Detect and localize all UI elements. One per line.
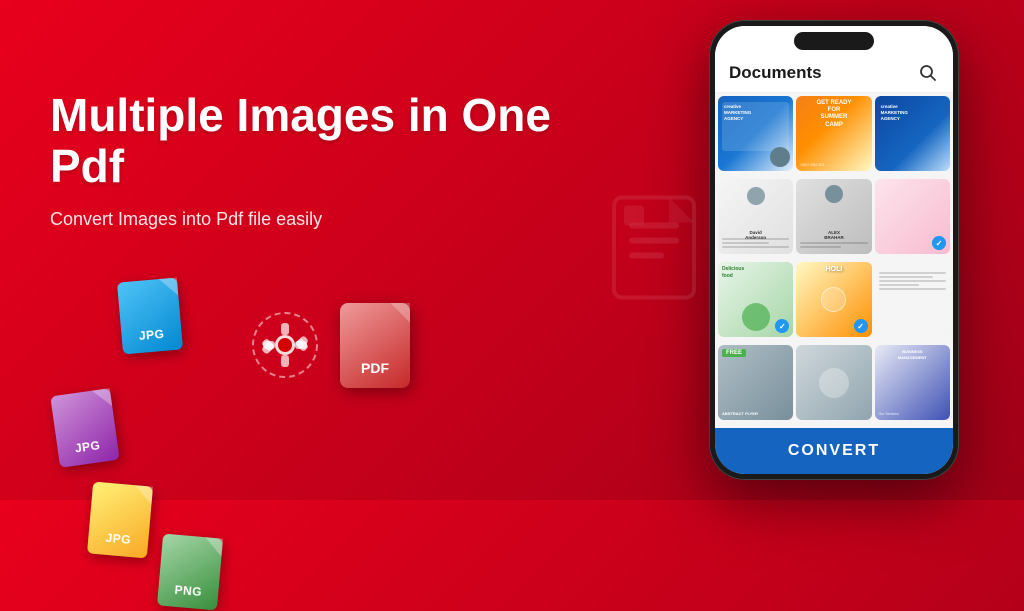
image-grid: creativeMARKETINGAGENCY GET READY FORSUM… [715, 93, 953, 428]
grid-item[interactable]: DavidAnderson [718, 179, 793, 254]
grid-item[interactable]: FREE ABSTRACT FLYER [718, 345, 793, 420]
grid-item[interactable]: creativeMARKETINGAGENCY [875, 96, 950, 171]
phone-notch [794, 32, 874, 50]
grid-item[interactable] [796, 345, 871, 420]
grid-item[interactable]: ✓ [875, 179, 950, 254]
grid-item[interactable]: BUSINESSMANAGEMENT Our Services [875, 345, 950, 420]
subtitle: Convert Images into Pdf file easily [50, 209, 624, 230]
left-section: Multiple Images in One Pdf Convert Image… [0, 50, 674, 450]
grid-item[interactable]: Deliciousfood ✓ [718, 262, 793, 337]
jpg-yellow-icon: JPG [87, 482, 153, 559]
grid-item[interactable]: ALEXBRAHAR [796, 179, 871, 254]
phone-section: Documents creativeMARKETINGAGENCY [674, 0, 994, 500]
grid-item[interactable]: HOLI ✓ [796, 262, 871, 337]
phone-mockup: Documents creativeMARKETINGAGENCY [709, 20, 959, 480]
jpg-purple-icon: JPG [50, 388, 119, 468]
png-icon: PNG [157, 534, 223, 611]
icons-row: JPG JPG JPG PNG [50, 280, 624, 410]
grid-item[interactable]: GET READY FORSUMMERCAMP 0897 654 321 [796, 96, 871, 171]
grid-item[interactable]: creativeMARKETINGAGENCY [718, 96, 793, 171]
phone-screen: Documents creativeMARKETINGAGENCY [715, 26, 953, 474]
grid-item[interactable] [875, 262, 950, 337]
search-icon[interactable] [917, 62, 939, 84]
convert-button[interactable]: CONVERT [715, 428, 953, 474]
file-icons-group: JPG JPG JPG PNG [50, 280, 230, 410]
gear-icon [245, 305, 325, 385]
phone-header: Documents [715, 54, 953, 93]
main-title: Multiple Images in One Pdf [50, 90, 624, 191]
jpg-blue-icon: JPG [117, 278, 183, 355]
documents-title: Documents [729, 63, 822, 83]
pdf-icon: PDF [340, 303, 410, 388]
